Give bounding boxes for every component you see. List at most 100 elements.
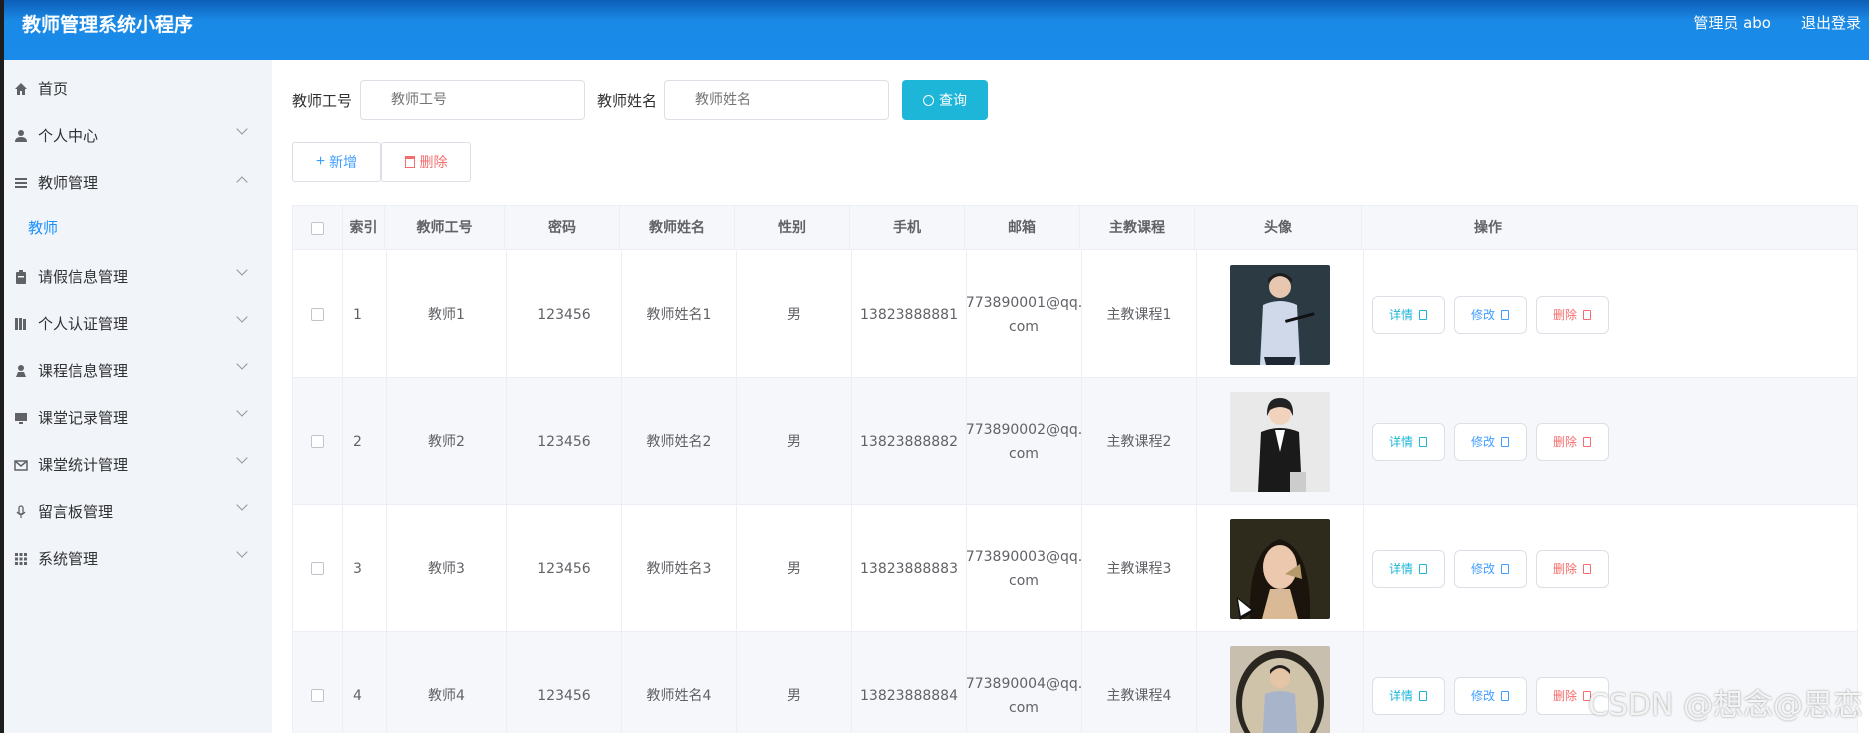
edit-button[interactable]: 修改 [1453, 422, 1527, 461]
cell-teacher-no: 教师4 [387, 632, 507, 733]
app-title: 教师管理系统小程序 [22, 14, 194, 36]
select-all-checkbox[interactable] [311, 221, 324, 235]
trash-icon [1583, 309, 1591, 320]
sidebar-subitem-teacher[interactable]: 教师 [4, 202, 272, 252]
email-line: 773890003@qq. [965, 548, 1083, 565]
mic-icon [14, 504, 28, 518]
header-operations: 操作 [1474, 220, 1502, 236]
table-header: 索引 教师工号 密码 教师姓名 性别 手机 邮箱 主教课程 头像 操作 [293, 206, 1857, 250]
pencil-icon [1501, 309, 1509, 320]
teacher-no-input[interactable] [360, 80, 585, 120]
cell-email: 773890004@qq. com [966, 632, 1082, 733]
sidebar-subitem-label: 教师 [28, 218, 59, 237]
cell-avatar [1197, 632, 1364, 733]
pencil-icon [1501, 690, 1509, 701]
header-email: 邮箱 [965, 206, 1080, 250]
edit-button[interactable]: 修改 [1453, 295, 1527, 334]
chevron-down-icon [236, 123, 248, 135]
delete-button[interactable]: 删除 [1535, 549, 1609, 588]
cell-course: 主教课程2 [1082, 378, 1197, 505]
sidebar-item-label: 请假信息管理 [38, 267, 129, 286]
row-select-cell [293, 505, 343, 632]
sidebar-item-label: 系统管理 [38, 549, 99, 568]
query-button[interactable]: 查询 [902, 80, 988, 120]
cell-index: 1 [343, 251, 387, 378]
detail-button[interactable]: 详情 [1371, 549, 1445, 588]
cell-phone: 13823888882 [852, 378, 967, 505]
cell-phone: 13823888883 [852, 505, 967, 632]
cell-gender: 男 [737, 632, 852, 733]
sidebar-item-label: 课程信息管理 [38, 361, 129, 380]
delete-label: 删除 [1552, 688, 1577, 703]
teacher-no-label: 教师工号 [292, 92, 353, 110]
detail-label: 详情 [1388, 307, 1413, 322]
detail-button[interactable]: 详情 [1371, 422, 1445, 461]
header-password: 密码 [505, 206, 620, 250]
email-line: 773890002@qq. [965, 421, 1083, 438]
chevron-down-icon [236, 546, 248, 558]
cell-index: 4 [343, 632, 387, 733]
email-line: com [1009, 572, 1039, 589]
sidebar-item-label: 个人中心 [38, 126, 99, 145]
header-course: 主教课程 [1080, 206, 1195, 250]
user-icon [14, 128, 28, 142]
detail-label: 详情 [1388, 688, 1413, 703]
cell-gender: 男 [737, 505, 852, 632]
header-index: 索引 [343, 206, 385, 250]
cell-gender: 男 [737, 251, 852, 378]
delete-label: 删除 [1552, 307, 1577, 322]
header-phone: 手机 [850, 206, 965, 250]
teacher-avatar [1230, 391, 1330, 492]
trash-icon [1583, 436, 1591, 447]
cell-operations: 详情 修改 删除 [1364, 632, 1616, 733]
detail-button[interactable]: 详情 [1371, 295, 1445, 334]
add-button[interactable]: + 新增 [292, 142, 381, 182]
document-icon [1419, 309, 1427, 320]
detail-label: 详情 [1388, 561, 1413, 576]
batch-delete-button[interactable]: 删除 [381, 142, 471, 182]
header-teacher-no: 教师工号 [385, 206, 505, 250]
teacher-name-label: 教师姓名 [597, 92, 658, 110]
sidebar-item-system[interactable]: 系统管理 [4, 530, 272, 586]
table-row: 1 教师1 123456 教师姓名1 男 13823888881 7738900… [293, 251, 1857, 378]
teacher-table: 索引 教师工号 密码 教师姓名 性别 手机 邮箱 主教课程 头像 操作 1 教师… [292, 205, 1858, 733]
watermark: CSDN @想念@思恋 [1587, 688, 1863, 723]
delete-button[interactable]: 删除 [1535, 295, 1609, 334]
sidebar-item-label: 课堂记录管理 [38, 408, 129, 427]
top-header: 教师管理系统小程序 管理员 abo 退出登录 [0, 0, 1869, 733]
table-row: 2 教师2 123456 教师姓名2 男 13823888882 7738900… [293, 378, 1857, 505]
row-select-cell [293, 251, 343, 378]
cell-teacher-name: 教师姓名3 [622, 505, 737, 632]
row-checkbox[interactable] [311, 562, 324, 575]
mail-icon [14, 457, 28, 471]
delete-label: 删除 [1552, 434, 1577, 449]
cell-course: 主教课程1 [1082, 251, 1197, 378]
cell-phone: 13823888884 [852, 632, 967, 733]
row-checkbox[interactable] [311, 308, 324, 321]
chevron-up-icon [236, 176, 248, 188]
logout-link[interactable]: 退出登录 [1801, 12, 1861, 33]
delete-button[interactable]: 删除 [1535, 422, 1609, 461]
email-line: com [1009, 699, 1039, 716]
edit-button[interactable]: 修改 [1453, 549, 1527, 588]
email-line: 773890001@qq. [965, 294, 1083, 311]
trash-icon [1583, 563, 1591, 574]
cell-password: 123456 [507, 505, 622, 632]
teacher-name-input[interactable] [664, 80, 889, 120]
book-icon [14, 316, 28, 330]
row-checkbox[interactable] [311, 689, 324, 702]
row-checkbox[interactable] [311, 435, 324, 448]
edit-button[interactable]: 修改 [1453, 676, 1527, 715]
sidebar-item-label: 教师管理 [38, 173, 99, 192]
chevron-down-icon [236, 405, 248, 417]
cell-avatar [1197, 251, 1364, 378]
cell-course: 主教课程4 [1082, 632, 1197, 733]
detail-button[interactable]: 详情 [1371, 676, 1445, 715]
person-icon [14, 363, 28, 377]
edit-label: 修改 [1470, 561, 1495, 576]
chevron-down-icon [236, 358, 248, 370]
cell-teacher-no: 教师2 [387, 378, 507, 505]
email-line: com [1009, 445, 1039, 462]
row-select-cell [293, 632, 343, 733]
cell-teacher-name: 教师姓名4 [622, 632, 737, 733]
